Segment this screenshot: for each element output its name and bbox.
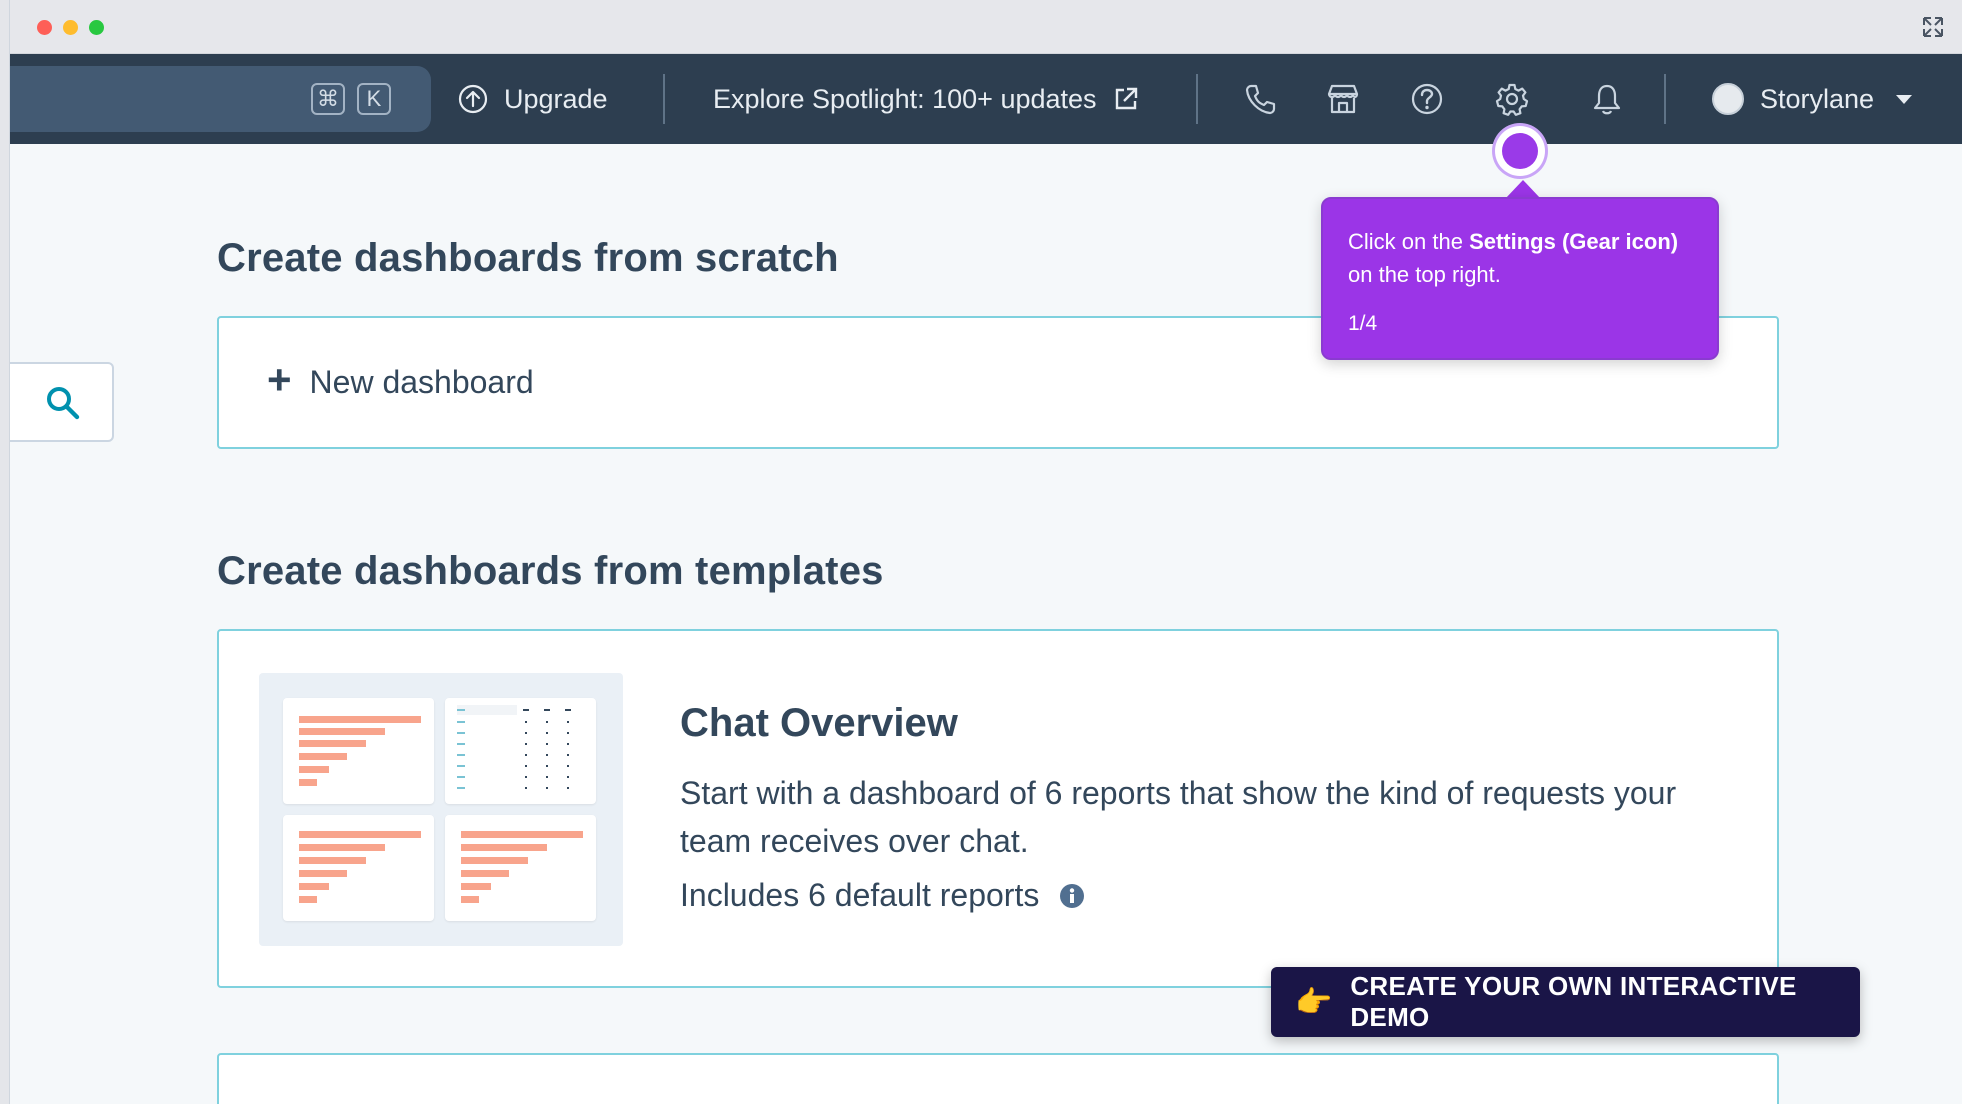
includes-label: Includes 6 default reports (680, 877, 1040, 913)
search-icon (47, 387, 80, 420)
scratch-section-heading: Create dashboards from scratch (217, 236, 839, 280)
nav-divider (1196, 74, 1198, 124)
maximize-window-button[interactable] (89, 20, 104, 35)
tooltip-text: Click on the Settings (Gear icon) on the… (1348, 229, 1679, 287)
user-menu[interactable]: Storylane (1712, 54, 1913, 144)
gear-icon[interactable] (1495, 82, 1529, 116)
upgrade-label: Upgrade (504, 83, 608, 114)
next-template-card[interactable] (217, 1053, 1779, 1104)
preview-bar-chart (283, 698, 434, 804)
marketplace-icon[interactable] (1326, 82, 1360, 116)
nav-divider (663, 74, 665, 124)
tooltip-step-counter: 1/4 (1348, 312, 1378, 335)
external-link-icon (1115, 87, 1137, 110)
new-dashboard-button[interactable]: + New dashboard (267, 318, 534, 447)
upgrade-link[interactable]: Upgrade (458, 54, 608, 144)
guide-tooltip: Click on the Settings (Gear icon) on the… (1321, 197, 1719, 360)
template-includes: Includes 6 default reports (680, 877, 1085, 914)
sidebar-search-button[interactable] (10, 362, 114, 442)
info-icon[interactable] (1059, 883, 1085, 909)
avatar (1712, 83, 1744, 115)
pointing-hand-icon: 👉 (1295, 985, 1333, 1019)
explore-spotlight-link[interactable]: Explore Spotlight: 100+ updates (713, 54, 1139, 144)
top-navigation-bar: ⌘ K Upgrade Explore Spotlight: 100+ upda… (10, 54, 1962, 144)
expand-icon[interactable] (1922, 16, 1944, 38)
command-key-hint: ⌘ (311, 83, 345, 115)
chevron-down-icon (1896, 94, 1913, 104)
minimize-window-button[interactable] (63, 20, 78, 35)
chat-overview-template-card[interactable]: Chat Overview Start with a dashboard of … (217, 629, 1779, 988)
window-titlebar (10, 0, 1962, 54)
browser-window: ⌘ K Upgrade Explore Spotlight: 100+ upda… (9, 0, 1962, 1104)
template-preview-thumbnail (259, 673, 623, 946)
template-description: Start with a dashboard of 6 reports that… (680, 775, 1677, 859)
create-demo-button[interactable]: 👉 CREATE YOUR OWN INTERACTIVE DEMO (1271, 967, 1860, 1037)
preview-bar-chart (445, 815, 596, 921)
plus-icon: + (267, 355, 292, 403)
new-dashboard-label: New dashboard (309, 364, 534, 400)
upgrade-arrow-icon (458, 84, 488, 114)
preview-bar-chart (283, 815, 434, 921)
close-window-button[interactable] (37, 20, 52, 35)
k-key-hint: K (357, 83, 391, 115)
user-name: Storylane (1760, 83, 1875, 114)
help-icon[interactable] (1410, 82, 1444, 116)
spotlight-label: Explore Spotlight: 100+ updates (713, 83, 1097, 114)
nav-divider (1664, 74, 1666, 124)
global-search-bar[interactable]: ⌘ K (10, 66, 431, 132)
preview-table (445, 698, 596, 804)
bell-icon[interactable] (1590, 82, 1624, 116)
templates-section-heading: Create dashboards from templates (217, 549, 884, 593)
phone-icon[interactable] (1243, 82, 1277, 116)
guide-hotspot[interactable] (1495, 126, 1545, 176)
template-title: Chat Overview (680, 701, 958, 745)
create-demo-label: CREATE YOUR OWN INTERACTIVE DEMO (1350, 971, 1797, 1032)
